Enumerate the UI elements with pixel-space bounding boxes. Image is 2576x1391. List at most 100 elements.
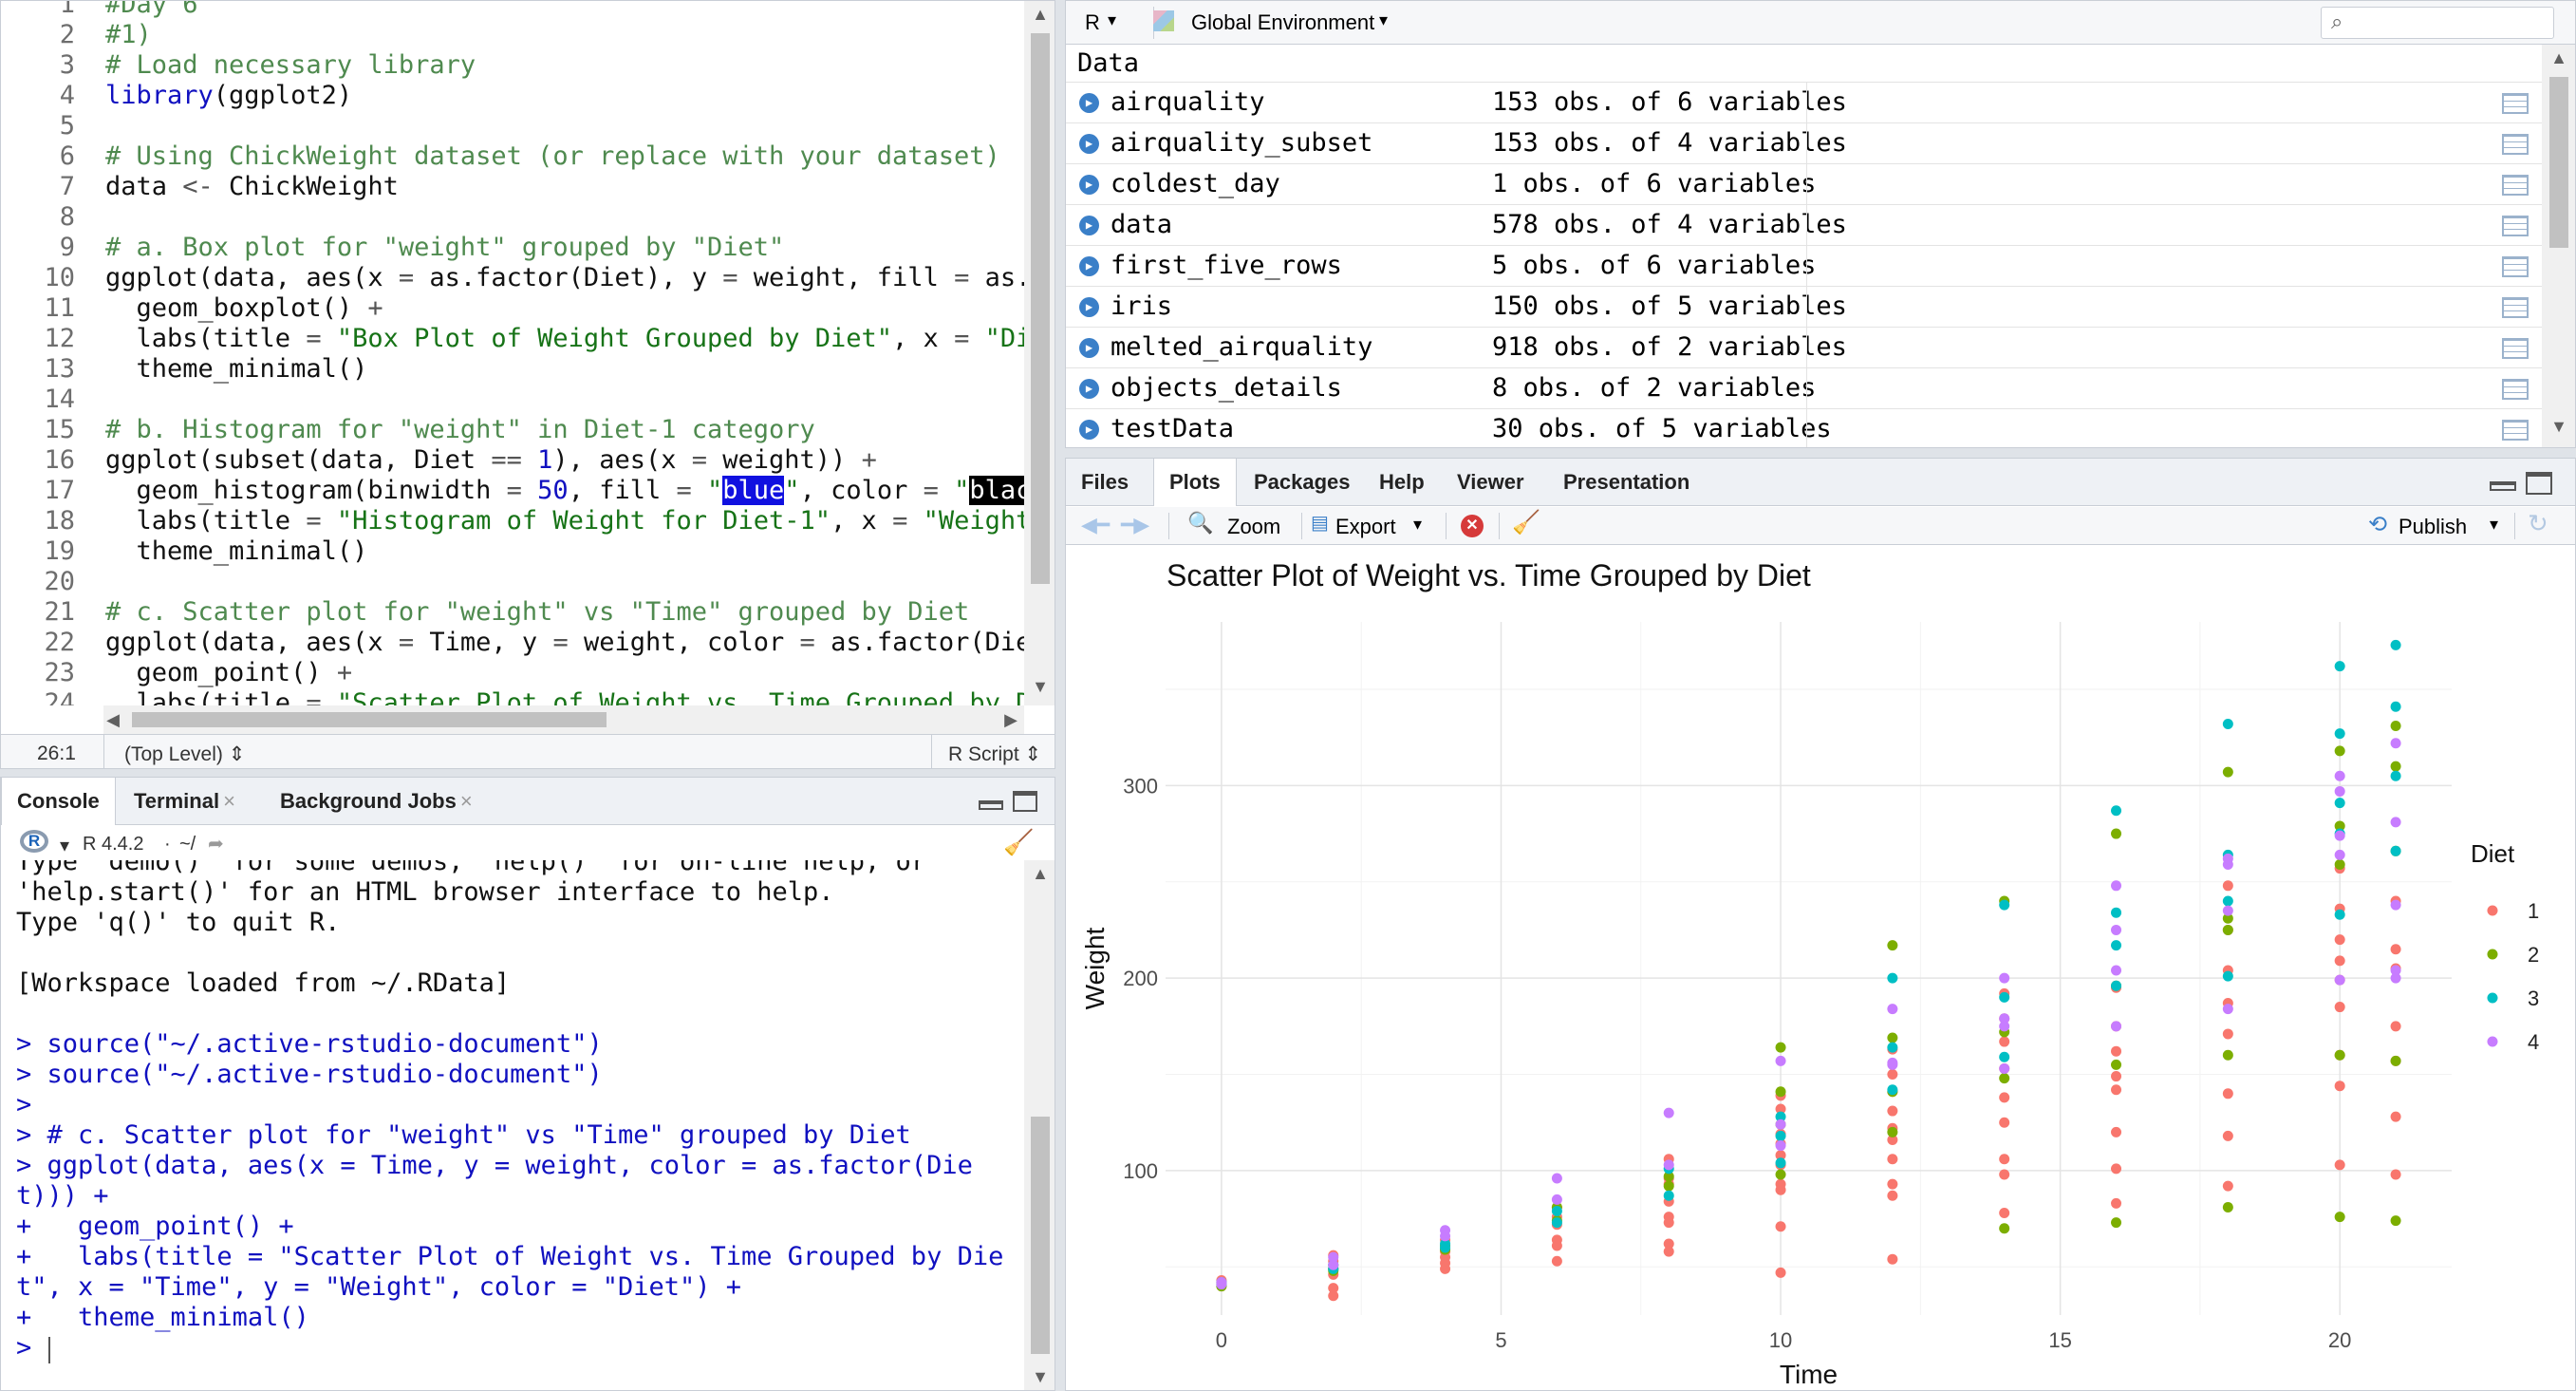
- environment-row[interactable]: ▶ data 578 obs. of 4 variables: [1066, 205, 2542, 246]
- object-name: airquality: [1111, 87, 1265, 117]
- publish-button[interactable]: Publish: [2399, 515, 2467, 539]
- console-vertical-scrollbar[interactable]: ▲ ▼: [1024, 860, 1055, 1390]
- scroll-right-arrow-icon[interactable]: ▶: [1001, 710, 1020, 729]
- view-table-icon[interactable]: [2502, 175, 2529, 196]
- remove-plot-icon[interactable]: ✕: [1461, 515, 1484, 537]
- expand-object-icon[interactable]: ▶: [1079, 420, 1099, 440]
- export-button[interactable]: Export: [1335, 515, 1396, 539]
- tab-background-jobs[interactable]: Background Jobs ×: [265, 778, 488, 825]
- expand-object-icon[interactable]: ▶: [1079, 297, 1099, 317]
- tab-help[interactable]: Help: [1364, 459, 1440, 506]
- environment-row[interactable]: ▶ melted_airquality 918 obs. of 2 variable…: [1066, 328, 2542, 368]
- maximize-pane-icon[interactable]: [1013, 791, 1037, 812]
- tab-console[interactable]: Console: [1, 778, 116, 825]
- view-table-icon[interactable]: [2502, 134, 2529, 155]
- expand-object-icon[interactable]: ▶: [1079, 338, 1099, 358]
- tab-presentation[interactable]: Presentation: [1548, 459, 1705, 506]
- view-table-icon[interactable]: [2502, 216, 2529, 236]
- scope-dropdown-arrow-icon[interactable]: ▾: [1379, 10, 1388, 30]
- tab-viewer[interactable]: Viewer: [1442, 459, 1540, 506]
- next-plot-arrow-icon[interactable]: ━▶: [1121, 513, 1149, 537]
- scroll-up-arrow-icon[interactable]: ▲: [1031, 5, 1050, 24]
- file-type-selector[interactable]: R Script ⇕: [948, 742, 1041, 766]
- object-summary: 153 obs. of 6 variables: [1492, 87, 1847, 117]
- editor-vertical-scrollbar[interactable]: ▲ ▼: [1024, 1, 1055, 705]
- scroll-left-arrow-icon[interactable]: ◀: [103, 710, 122, 729]
- scroll-up-arrow-icon[interactable]: ▲: [2549, 48, 2568, 67]
- code-token: geom_boxplot(): [105, 293, 368, 323]
- minimize-pane-icon[interactable]: [979, 800, 1003, 810]
- scatter-point-diet-2: [2111, 1217, 2122, 1229]
- environment-row[interactable]: ▶ coldest_day 1 obs. of 6 variables: [1066, 164, 2542, 205]
- scatter-point-diet-4: [2390, 738, 2401, 749]
- environment-row[interactable]: ▶ objects_details 8 obs. of 2 variables: [1066, 368, 2542, 409]
- environment-row[interactable]: ▶ airquality_subset 153 obs. of 4 variable…: [1066, 123, 2542, 164]
- console-output[interactable]: Type 'demo()' for some demos, 'help()' f…: [1, 860, 1022, 1390]
- language-dropdown-arrow-icon[interactable]: ▾: [1108, 10, 1116, 30]
- scope-selector[interactable]: (Top Level) ⇕: [124, 742, 245, 766]
- environment-row[interactable]: ▶ testData 30 obs. of 5 variables: [1066, 409, 2542, 447]
- scroll-down-arrow-icon[interactable]: ▼: [1031, 1367, 1050, 1386]
- refresh-plot-icon[interactable]: ↻: [2528, 509, 2548, 538]
- code-token: ggplot(subset(data, Diet: [105, 445, 492, 475]
- maximize-pane-icon[interactable]: [2526, 472, 2552, 495]
- editor-hscroll-thumb[interactable]: [132, 712, 607, 727]
- r-version-menu-arrow-icon[interactable]: ▾: [60, 834, 69, 857]
- view-table-icon[interactable]: [2502, 338, 2529, 359]
- tab-files[interactable]: Files: [1066, 459, 1144, 506]
- expand-object-icon[interactable]: ▶: [1079, 256, 1099, 276]
- tab-terminal[interactable]: Terminal ×: [119, 778, 251, 825]
- environment-row[interactable]: ▶ airquality 153 obs. of 6 variables: [1066, 83, 2542, 123]
- code-text: labs(title = "Histogram of Weight for Di…: [105, 506, 1025, 536]
- view-table-icon[interactable]: [2502, 420, 2529, 441]
- scroll-down-arrow-icon[interactable]: ▼: [1031, 677, 1050, 696]
- editor-scroll-thumb[interactable]: [1031, 33, 1050, 584]
- language-selector[interactable]: R: [1085, 10, 1100, 35]
- view-table-icon[interactable]: [2502, 93, 2529, 114]
- tab-packages[interactable]: Packages: [1239, 459, 1366, 506]
- scatter-point-diet-4: [2111, 965, 2122, 976]
- plots-tabbar: Files Plots Packages Help Viewer Present…: [1066, 459, 2575, 506]
- scroll-down-arrow-icon[interactable]: ▼: [2549, 417, 2568, 436]
- clear-all-plots-broom-icon[interactable]: 🧹: [1512, 509, 1540, 536]
- code-token: as.factor(Diet), y: [414, 263, 723, 292]
- view-table-icon[interactable]: [2502, 379, 2529, 400]
- scatter-point-diet-4: [2390, 972, 2401, 984]
- minimize-pane-icon[interactable]: [2490, 481, 2516, 491]
- expand-object-icon[interactable]: ▶: [1079, 93, 1099, 113]
- console-scroll-thumb[interactable]: [1031, 1117, 1050, 1354]
- environment-scroll-thumb[interactable]: [2549, 77, 2568, 248]
- scroll-up-arrow-icon[interactable]: ▲: [1031, 864, 1050, 883]
- global-environment-selector[interactable]: Global Environment: [1191, 10, 1374, 35]
- legend-label: 2: [2528, 943, 2539, 967]
- expand-object-icon[interactable]: ▶: [1079, 134, 1099, 154]
- environment-row[interactable]: ▶ first_five_rows 5 obs. of 6 variables: [1066, 246, 2542, 287]
- code-area[interactable]: 1 #Day 6 2 #1) 3 # Load necessary library 4 lib…: [1, 1, 1024, 705]
- go-to-directory-icon[interactable]: ➦: [208, 832, 224, 855]
- editor-status-bar: 26:1 (Top Level) ⇕ R Script ⇕: [1, 734, 1055, 768]
- tab-plots[interactable]: Plots: [1153, 459, 1237, 506]
- x-axis-title: Time: [1780, 1360, 1838, 1389]
- zoom-button[interactable]: Zoom: [1227, 515, 1280, 539]
- expand-object-icon[interactable]: ▶: [1079, 216, 1099, 235]
- environment-search-input[interactable]: ⌕: [2321, 7, 2554, 39]
- scatter-point-diet-1: [2334, 1159, 2345, 1171]
- clear-console-broom-icon[interactable]: 🧹: [1003, 828, 1034, 857]
- environment-vertical-scrollbar[interactable]: ▲ ▼: [2542, 45, 2575, 447]
- export-dropdown-arrow-icon[interactable]: ▾: [1413, 515, 1422, 535]
- publish-dropdown-arrow-icon[interactable]: ▾: [2490, 515, 2498, 535]
- expand-object-icon[interactable]: ▶: [1079, 175, 1099, 195]
- working-directory[interactable]: ~/: [179, 834, 196, 855]
- view-table-icon[interactable]: [2502, 256, 2529, 277]
- code-text: # c. Scatter plot for "weight" vs "Time"…: [105, 597, 969, 628]
- view-table-icon[interactable]: [2502, 297, 2529, 318]
- previous-plot-arrow-icon[interactable]: ◀━: [1081, 513, 1110, 537]
- scatter-point-diet-1: [2390, 1169, 2401, 1180]
- close-icon[interactable]: ×: [460, 789, 473, 813]
- environment-row[interactable]: ▶ iris 150 obs. of 5 variables: [1066, 287, 2542, 328]
- expand-object-icon[interactable]: ▶: [1079, 379, 1099, 399]
- line-number: 14: [44, 385, 75, 414]
- editor-horizontal-scrollbar[interactable]: ◀ ▶: [103, 705, 1024, 734]
- close-icon[interactable]: ×: [223, 789, 235, 813]
- code-token: #Day 6: [105, 1, 198, 19]
